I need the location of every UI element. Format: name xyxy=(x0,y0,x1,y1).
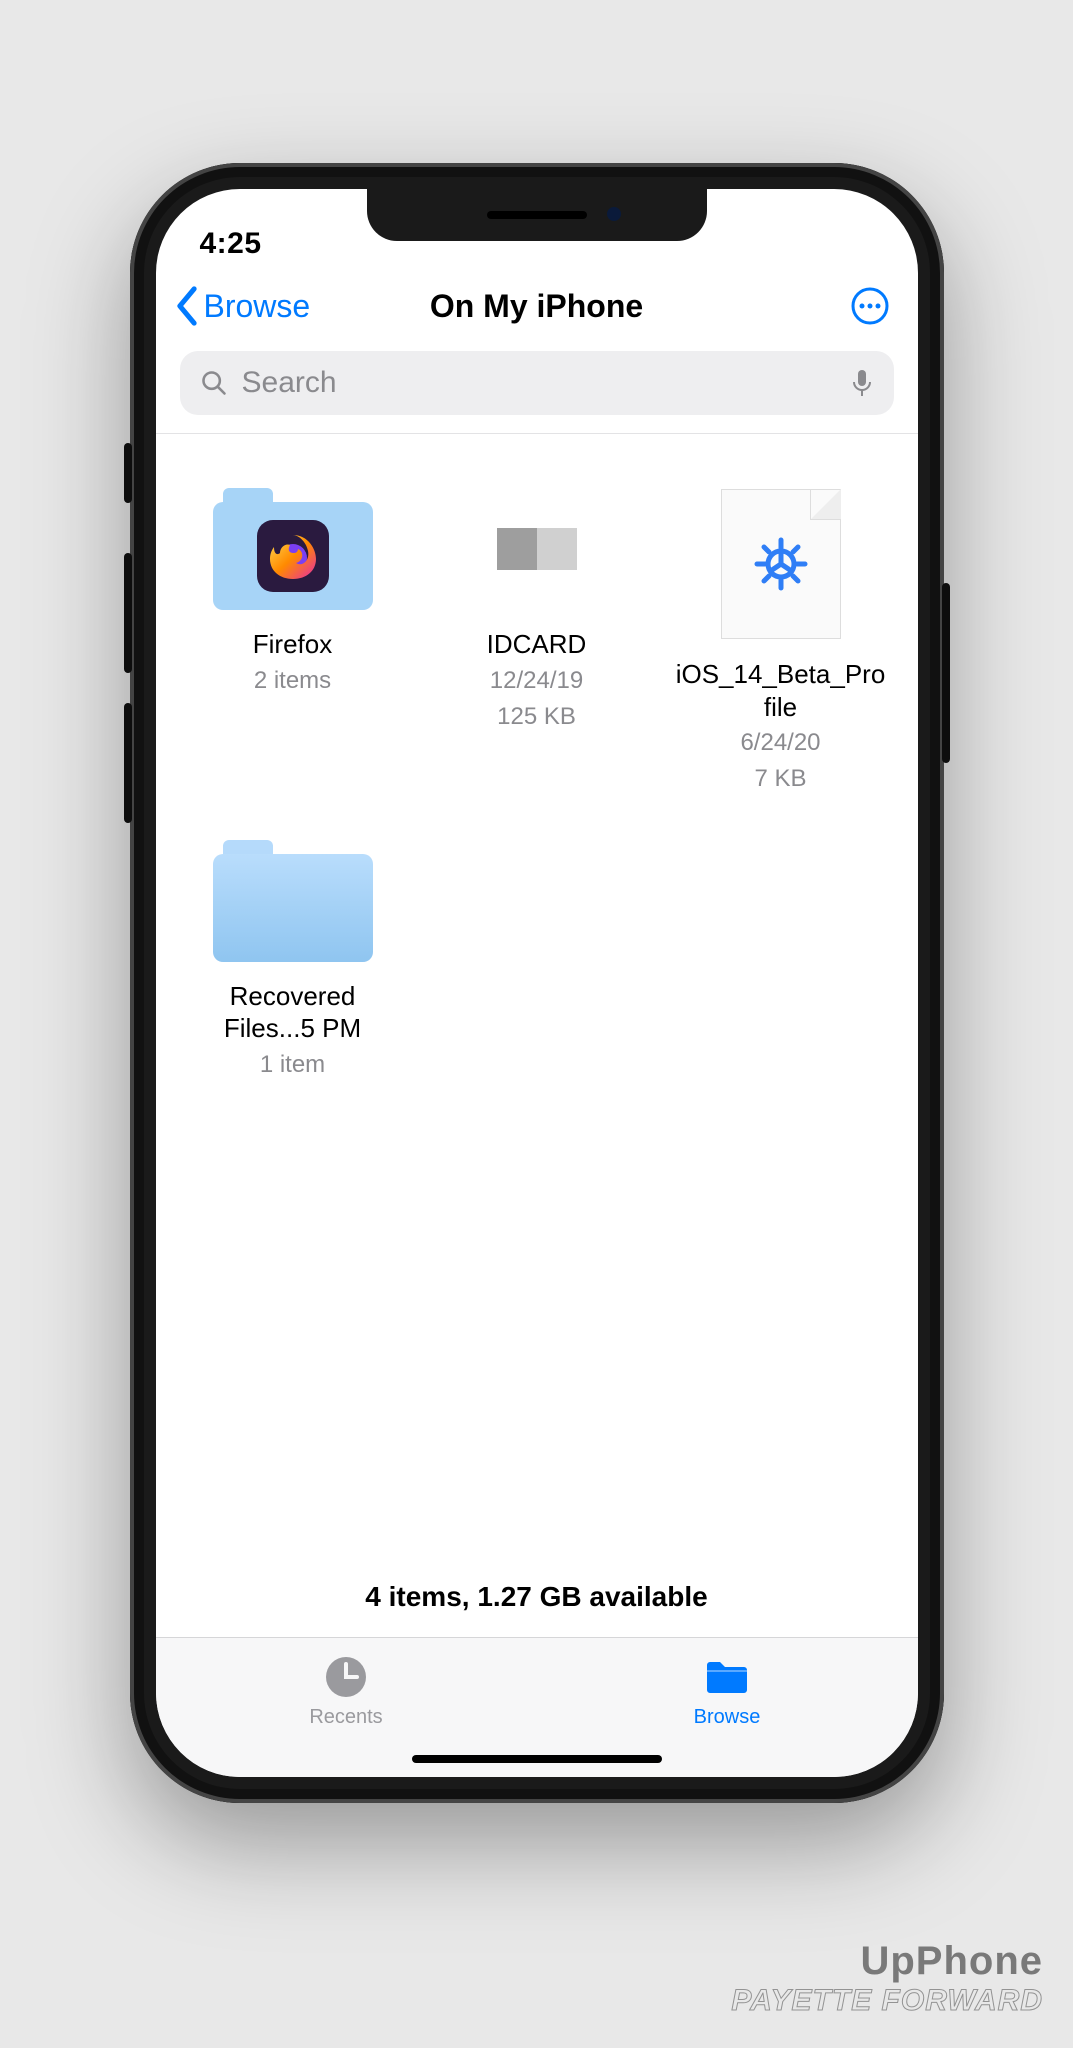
watermark: UpPhone PAYETTE FORWARD xyxy=(731,1939,1043,2018)
page-title: On My iPhone xyxy=(430,288,643,325)
watermark-line2: PAYETTE FORWARD xyxy=(731,1984,1043,2018)
file-item-recovered[interactable]: Recovered Files...5 PM 1 item xyxy=(176,836,410,1081)
volume-down-button xyxy=(124,703,132,823)
file-meta: 2 items xyxy=(254,665,331,697)
status-time: 4:25 xyxy=(200,227,262,261)
file-size: 125 KB xyxy=(497,701,576,733)
clock-icon xyxy=(323,1654,369,1700)
file-item-idcard[interactable]: IDCARD 12/24/19 125 KB xyxy=(420,484,654,796)
file-grid: Firefox 2 items IDCARD 12/24/19 125 KB xyxy=(176,484,898,1081)
image-thumbnail xyxy=(457,484,617,614)
screen: 4:25 Browse On My iPhone xyxy=(156,189,918,1777)
tab-label: Recents xyxy=(309,1706,382,1729)
file-date: 12/24/19 xyxy=(490,665,583,697)
file-grid-container[interactable]: Firefox 2 items IDCARD 12/24/19 125 KB xyxy=(156,434,918,1561)
file-meta: 1 item xyxy=(260,1049,325,1081)
tab-label: Browse xyxy=(694,1706,761,1729)
folder-icon xyxy=(213,836,373,966)
search-icon xyxy=(200,369,228,397)
home-indicator[interactable] xyxy=(412,1755,662,1763)
mic-icon[interactable] xyxy=(850,368,874,398)
chevron-left-icon xyxy=(174,286,200,326)
search-bar[interactable] xyxy=(180,351,894,415)
mute-switch xyxy=(124,443,132,503)
ellipsis-circle-icon xyxy=(850,286,890,326)
file-item-firefox[interactable]: Firefox 2 items xyxy=(176,484,410,796)
file-date: 6/24/20 xyxy=(740,727,820,759)
file-item-profile[interactable]: iOS_14_Beta_Profile 6/24/20 7 KB xyxy=(664,484,898,796)
volume-up-button xyxy=(124,553,132,673)
more-button[interactable] xyxy=(850,286,890,326)
power-button xyxy=(942,583,950,763)
watermark-line1: UpPhone xyxy=(731,1939,1043,1984)
gear-icon xyxy=(751,534,811,594)
notch xyxy=(367,189,707,241)
search-container xyxy=(156,345,918,434)
back-button[interactable]: Browse xyxy=(174,286,311,326)
file-size: 7 KB xyxy=(754,763,806,795)
search-input[interactable] xyxy=(242,366,836,400)
file-name: iOS_14_Beta_Profile xyxy=(676,658,886,723)
storage-summary: 4 items, 1.27 GB available xyxy=(156,1561,918,1637)
phone-frame: 4:25 Browse On My iPhone xyxy=(130,163,944,1803)
nav-bar: Browse On My iPhone xyxy=(156,267,918,345)
file-name: IDCARD xyxy=(487,628,587,661)
file-name: Firefox xyxy=(253,628,332,661)
folder-icon xyxy=(704,1654,750,1700)
file-name: Recovered Files...5 PM xyxy=(188,980,398,1045)
config-file-icon xyxy=(701,484,861,644)
folder-icon xyxy=(213,484,373,614)
back-label: Browse xyxy=(204,288,311,325)
firefox-app-icon xyxy=(257,520,329,592)
